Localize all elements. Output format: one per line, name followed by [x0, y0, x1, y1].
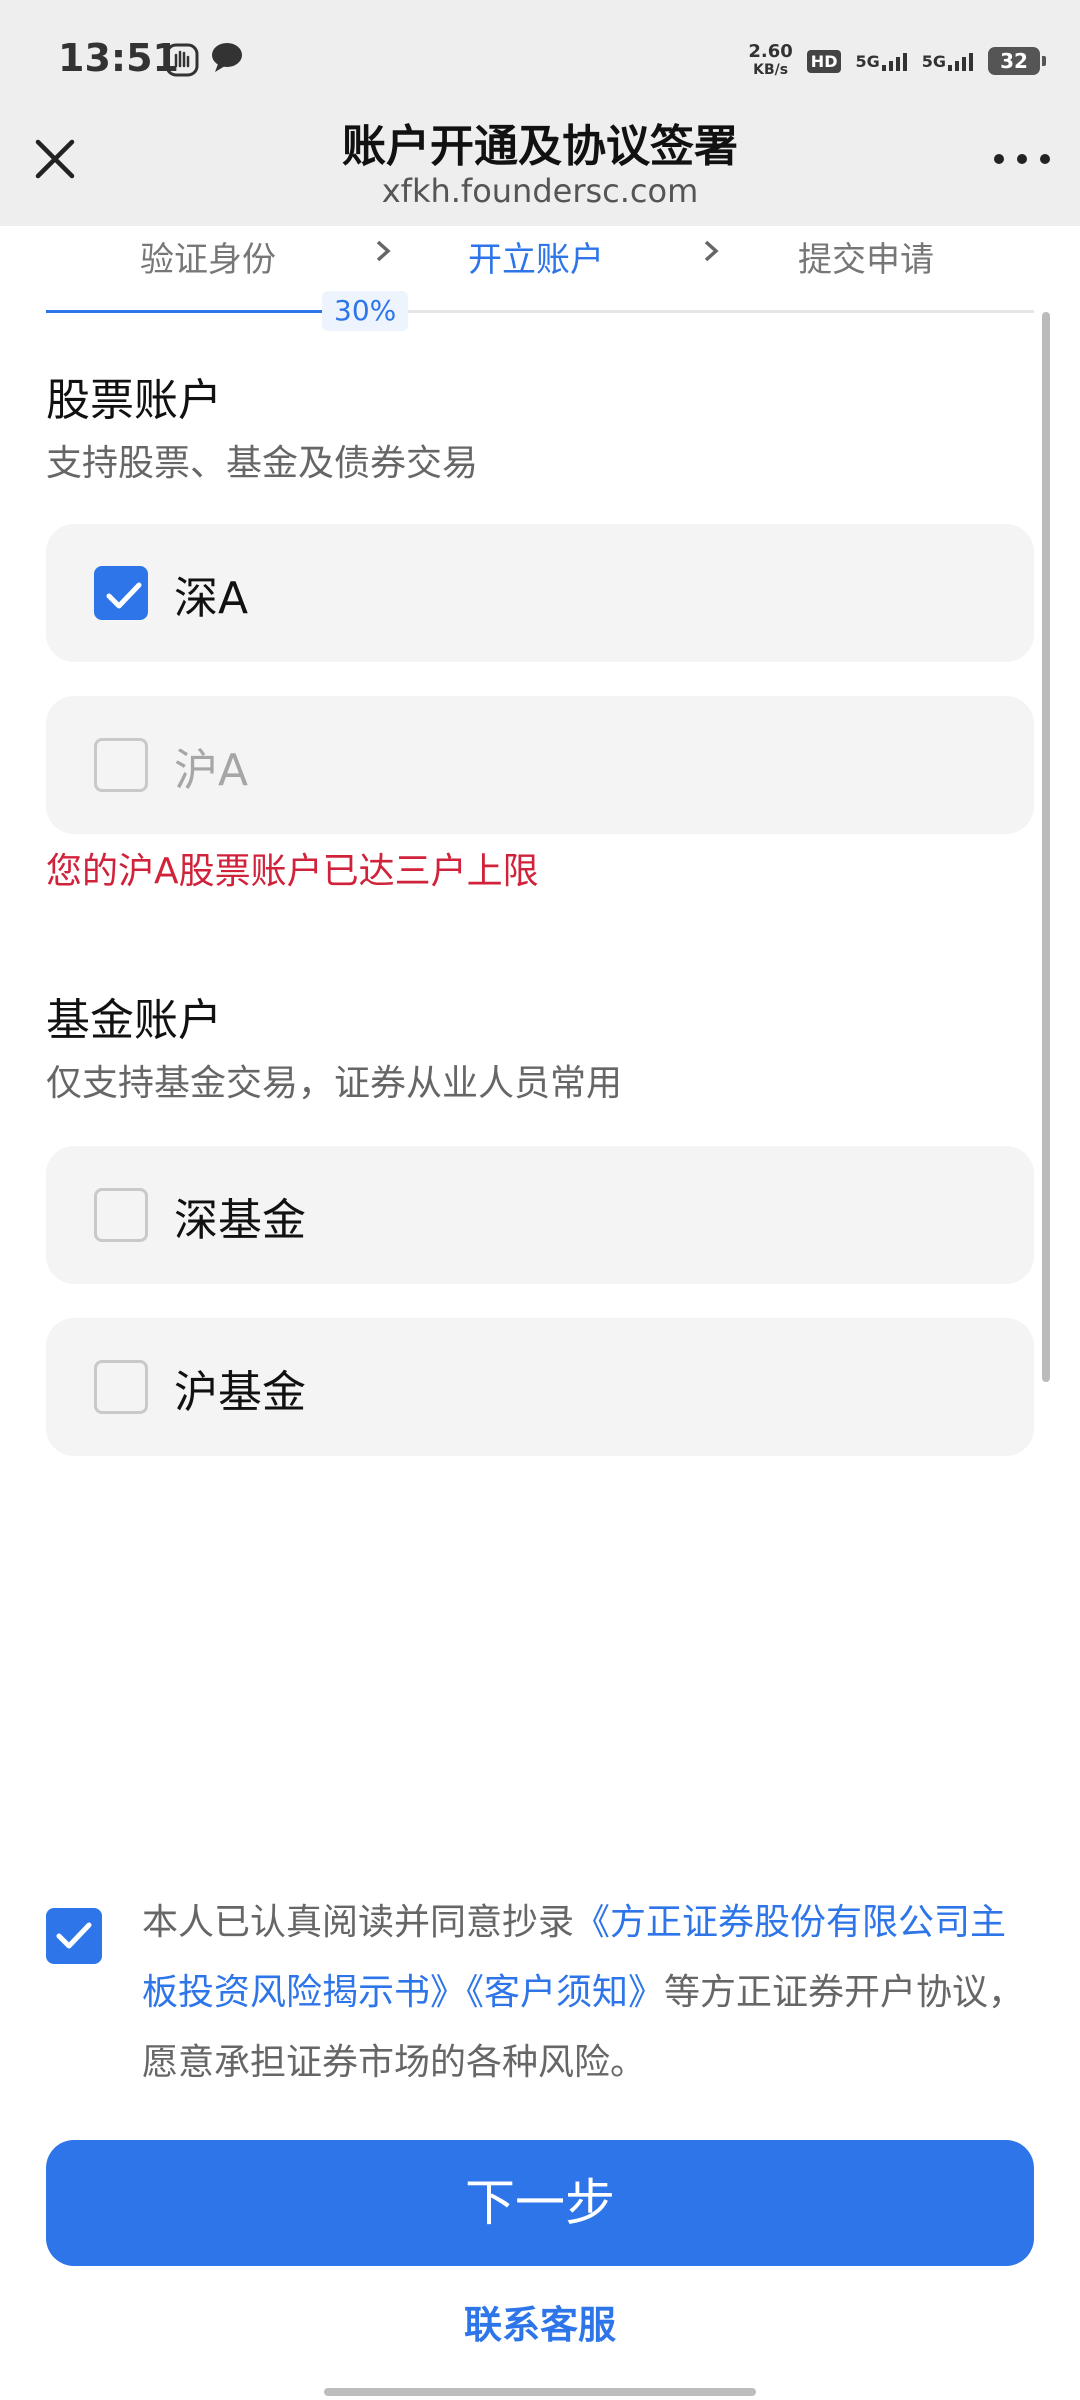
- sim2-label: 5G: [921, 52, 946, 71]
- agreement-checkbox[interactable]: [46, 1908, 102, 1964]
- option-hu-a: 沪A: [46, 696, 1034, 834]
- stock-account-title: 股票账户: [46, 375, 222, 426]
- progress-fill: [46, 310, 343, 313]
- progress-label: 30%: [322, 291, 409, 331]
- battery-icon: 32: [988, 47, 1046, 75]
- signal-sim1-icon: 5G: [855, 51, 907, 71]
- fund-account-title: 基金账户: [46, 995, 222, 1046]
- contact-service-link[interactable]: 联系客服: [0, 2294, 1080, 2349]
- network-speed-unit: KB/s: [753, 62, 789, 78]
- status-icons: 2.60 KB/s HD 5G 5G 32: [748, 36, 1046, 86]
- top-bar: 13:51 2.60 KB/s HD 5G 5G 32 账户开通及协议签署 xf…: [0, 0, 1080, 226]
- stock-account-desc: 支持股票、基金及债券交易: [46, 443, 479, 484]
- home-indicator[interactable]: [324, 2388, 756, 2396]
- hd-icon: HD: [806, 49, 842, 73]
- network-speed-value: 2.60: [748, 41, 793, 62]
- option-shen-a[interactable]: 深A: [46, 524, 1034, 662]
- customer-notice-link[interactable]: 《客户须知》: [466, 1972, 664, 2013]
- checkbox-disabled: [94, 738, 148, 792]
- step-submit-application: 提交申请: [798, 240, 934, 280]
- page-url: xfkh.foundersc.com: [381, 172, 699, 210]
- step-open-account: 开立账户: [468, 240, 604, 280]
- checkbox-unchecked[interactable]: [94, 1188, 148, 1242]
- hand-gesture-icon: [165, 43, 199, 77]
- chevron-right-icon: [376, 240, 391, 262]
- agreement-prefix: 本人已认真阅读并同意抄录: [142, 1902, 575, 1943]
- hd-label: HD: [806, 49, 842, 73]
- status-time: 13:51: [58, 36, 179, 80]
- message-icon: [212, 43, 242, 72]
- option-hu-fund[interactable]: 沪基金: [46, 1318, 1034, 1456]
- option-shen-fund[interactable]: 深基金: [46, 1146, 1034, 1284]
- next-step-button[interactable]: 下一步: [46, 2140, 1034, 2266]
- agreement-text: 本人已认真阅读并同意抄录《方正证券股份有限公司主板投资风险揭示书》《客户须知》等…: [142, 1888, 1042, 2098]
- option-label: 深基金: [174, 1195, 306, 1246]
- step-indicator: 验证身份 开立账户 提交申请: [0, 226, 1080, 296]
- option-label: 深A: [174, 573, 249, 624]
- sim1-label: 5G: [855, 52, 880, 71]
- more-menu-icon[interactable]: [994, 144, 1050, 174]
- chevron-right-icon: [704, 240, 719, 262]
- option-label: 沪A: [174, 745, 249, 796]
- scrollbar[interactable]: [1042, 312, 1050, 1382]
- signal-sim2-icon: 5G: [922, 51, 974, 71]
- checkbox-unchecked[interactable]: [94, 1360, 148, 1414]
- fund-account-desc: 仅支持基金交易，证券从业人员常用: [46, 1063, 623, 1104]
- error-message: 您的沪A股票账户已达三户上限: [46, 851, 539, 892]
- checkmark-icon: [106, 582, 142, 609]
- checkbox-checked[interactable]: [94, 566, 148, 620]
- checkmark-icon: [56, 1922, 92, 1949]
- step-verify-identity: 验证身份: [140, 240, 276, 280]
- page-title: 账户开通及协议签署: [342, 121, 738, 172]
- network-speed: 2.60 KB/s: [748, 43, 792, 79]
- option-label: 沪基金: [174, 1367, 306, 1418]
